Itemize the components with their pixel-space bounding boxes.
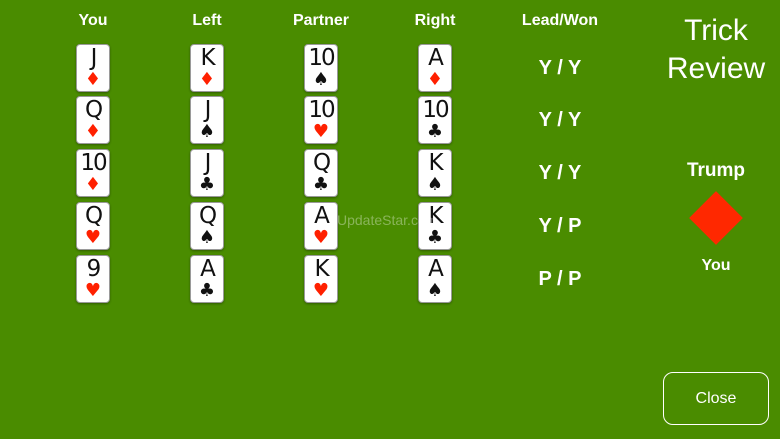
card-rank: A <box>428 45 444 71</box>
card-you-trick-1[interactable]: J ♦ <box>76 44 110 92</box>
card-rank: Q <box>312 150 331 176</box>
lead-won-trick-1: Y / Y <box>538 57 582 79</box>
club-suit-icon: ♣ <box>426 121 444 142</box>
card-you-trick-4[interactable]: Q ♥ <box>76 202 110 250</box>
watermark: UpdateStar.com <box>337 212 438 228</box>
card-rank: J <box>204 150 212 176</box>
card-left-trick-5[interactable]: A ♣ <box>190 255 224 303</box>
card-rank: 9 <box>86 256 102 282</box>
card-rank: A <box>314 203 330 229</box>
card-rank: 10 <box>422 97 449 123</box>
card-partner-trick-2[interactable]: 10 ♥ <box>304 96 338 144</box>
diamond-suit-icon <box>689 191 743 245</box>
card-right-trick-5[interactable]: A ♠ <box>418 255 452 303</box>
lead-won-trick-3: Y / Y <box>538 162 582 184</box>
card-rank: 10 <box>80 150 107 176</box>
card-rank: K <box>314 256 329 282</box>
diamond-suit-icon: ♦ <box>84 69 102 90</box>
diamond-suit-icon: ♦ <box>426 69 444 90</box>
title-line-1: Trick <box>684 14 748 47</box>
spade-suit-icon: ♠ <box>426 174 444 195</box>
card-rank: 10 <box>308 97 335 123</box>
trump-label: Trump <box>686 160 746 181</box>
card-partner-trick-5[interactable]: K ♥ <box>304 255 338 303</box>
card-rank: Q <box>198 203 217 229</box>
card-rank: Q <box>84 203 103 229</box>
spade-suit-icon: ♠ <box>198 227 216 248</box>
title-line-2: Review <box>666 52 766 85</box>
header-left: Left <box>192 12 222 29</box>
card-rank: 10 <box>308 45 335 71</box>
spade-suit-icon: ♠ <box>312 69 330 90</box>
card-rank: J <box>204 97 212 123</box>
card-rank: J <box>90 45 98 71</box>
lead-won-trick-4: Y / P <box>538 215 582 237</box>
card-partner-trick-1[interactable]: 10 ♠ <box>304 44 338 92</box>
heart-suit-icon: ♥ <box>84 280 102 301</box>
spade-suit-icon: ♠ <box>426 280 444 301</box>
card-rank: A <box>200 256 216 282</box>
card-right-trick-2[interactable]: 10 ♣ <box>418 96 452 144</box>
card-rank: K <box>428 150 443 176</box>
heart-suit-icon: ♥ <box>312 280 330 301</box>
lead-won-trick-5: P / P <box>538 268 582 290</box>
header-lead-won: Lead/Won <box>521 12 599 29</box>
heart-suit-icon: ♥ <box>312 227 330 248</box>
card-you-trick-5[interactable]: 9 ♥ <box>76 255 110 303</box>
club-suit-icon: ♣ <box>426 227 444 248</box>
header-right: Right <box>414 12 456 29</box>
lead-won-trick-2: Y / Y <box>538 109 582 131</box>
card-rank: Q <box>84 97 103 123</box>
diamond-suit-icon: ♦ <box>84 174 102 195</box>
card-you-trick-2[interactable]: Q ♦ <box>76 96 110 144</box>
card-left-trick-3[interactable]: J ♣ <box>190 149 224 197</box>
card-partner-trick-4[interactable]: A ♥ <box>304 202 338 250</box>
heart-suit-icon: ♥ <box>84 227 102 248</box>
diamond-suit-icon: ♦ <box>198 69 216 90</box>
card-left-trick-4[interactable]: Q ♠ <box>190 202 224 250</box>
card-right-trick-1[interactable]: A ♦ <box>418 44 452 92</box>
club-suit-icon: ♣ <box>198 174 216 195</box>
heart-suit-icon: ♥ <box>312 121 330 142</box>
card-you-trick-3[interactable]: 10 ♦ <box>76 149 110 197</box>
header-you: You <box>78 12 108 29</box>
card-rank: A <box>428 256 444 282</box>
card-left-trick-2[interactable]: J ♠ <box>190 96 224 144</box>
club-suit-icon: ♣ <box>312 174 330 195</box>
card-left-trick-1[interactable]: K ♦ <box>190 44 224 92</box>
trump-player: You <box>701 257 731 274</box>
card-partner-trick-3[interactable]: Q ♣ <box>304 149 338 197</box>
header-partner: Partner <box>292 12 350 29</box>
spade-suit-icon: ♠ <box>198 121 216 142</box>
close-button[interactable]: Close <box>663 372 769 425</box>
card-right-trick-3[interactable]: K ♠ <box>418 149 452 197</box>
diamond-suit-icon: ♦ <box>84 121 102 142</box>
card-rank: K <box>200 45 215 71</box>
club-suit-icon: ♣ <box>198 280 216 301</box>
